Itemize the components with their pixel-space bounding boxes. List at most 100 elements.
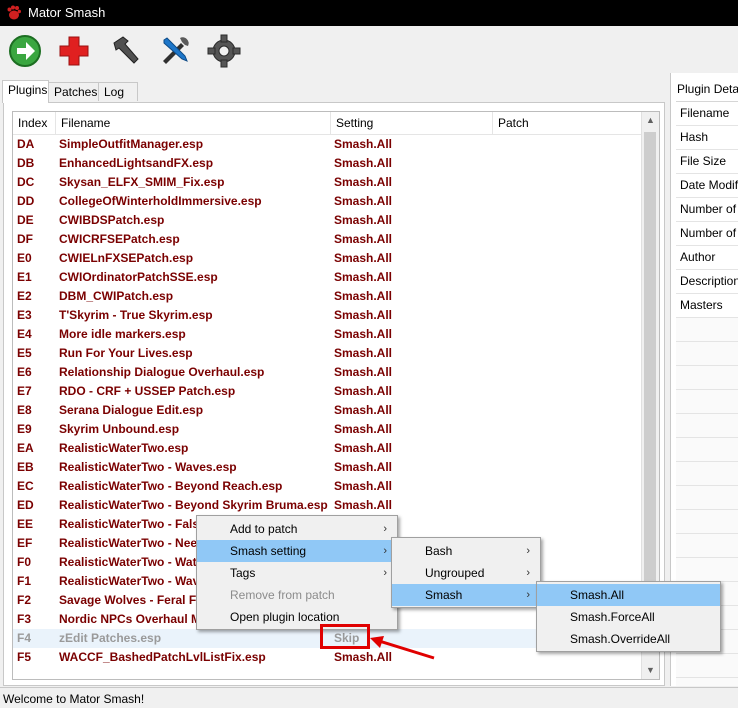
table-row[interactable]: EB RealisticWaterTwo - Waves.esp Smash.All [13,458,643,477]
table-row[interactable]: DA SimpleOutfitManager.esp Smash.All [13,135,643,154]
plugin-setting-cell: Smash.All [334,422,393,436]
context-menu-item[interactable]: Add to patch › [197,518,397,540]
table-row[interactable]: DD CollegeOfWinterholdImmersive.esp Smash.… [13,192,643,211]
plugin-filename-cell: Nordic NPCs Overhaul Mix [59,612,212,626]
table-row[interactable]: DB EnhancedLightsandFX.esp Smash.All [13,154,643,173]
chevron-right-icon: › [526,567,530,579]
table-row[interactable]: E8 Serana Dialogue Edit.esp Smash.All [13,401,643,420]
plugin-setting-cell: Smash.All [334,441,393,455]
status-bar: Welcome to Mator Smash! [0,687,738,708]
plugin-index-cell: E2 [17,289,32,303]
table-row[interactable]: E7 RDO - CRF + USSEP Patch.esp Smash.All [13,382,643,401]
column-header-patch[interactable]: Patch [493,112,643,134]
detail-empty-row [676,486,738,510]
plugin-filename-cell: CWIBDSPatch.esp [59,213,165,227]
plugin-index-cell: E8 [17,403,32,417]
table-row[interactable]: ED RealisticWaterTwo - Beyond Skyrim Brum… [13,496,643,515]
column-header-setting[interactable]: Setting [331,112,493,134]
table-row[interactable]: E0 CWIELnFXSEPatch.esp Smash.All [13,249,643,268]
plugin-index-cell: F5 [17,650,32,664]
context-menu-item[interactable]: Smash setting › [197,540,397,562]
plugin-index-cell: EC [17,479,34,493]
plugin-filename-cell: Skyrim Unbound.esp [59,422,180,436]
gear-icon[interactable] [207,34,241,68]
table-row[interactable]: EA RealisticWaterTwo.esp Smash.All [13,439,643,458]
plugin-filename-cell: RealisticWaterTwo - Nee [59,536,198,550]
context-menu-item[interactable]: Remove from patch [197,584,397,606]
detail-field-label: Number of r [676,198,738,222]
smash-menu-item[interactable]: Smash.ForceAll [537,606,720,628]
plugin-setting-cell: Smash.All [334,498,393,512]
plugin-setting-cell: Smash.All [334,232,393,246]
plugin-setting-cell: Smash.All [334,289,393,303]
chevron-right-icon: › [383,523,387,535]
plugin-index-cell: F3 [17,612,32,626]
plugin-index-cell: E4 [17,327,32,341]
smash-menu-item-label: Smash.ForceAll [570,610,655,624]
plugin-filename-cell: Run For Your Lives.esp [59,346,193,360]
table-row[interactable]: DC Skysan_ELFX_SMIM_Fix.esp Smash.All [13,173,643,192]
column-header-filename[interactable]: Filename [56,112,331,134]
green-arrow-icon[interactable] [8,34,42,68]
table-row[interactable]: E4 More idle markers.esp Smash.All [13,325,643,344]
plugin-index-cell: E5 [17,346,32,360]
table-row[interactable]: E6 Relationship Dialogue Overhaul.esp Smas… [13,363,643,382]
red-plus-icon[interactable] [57,34,91,68]
plugin-index-cell: F1 [17,574,32,588]
plugin-index-cell: F0 [17,555,32,569]
table-row[interactable]: E5 Run For Your Lives.esp Smash.All [13,344,643,363]
table-row[interactable]: E1 CWIOrdinatorPatchSSE.esp Smash.All [13,268,643,287]
tab-log[interactable]: Log [98,82,138,101]
plugin-index-cell: F2 [17,593,32,607]
toolbar [0,26,738,74]
table-row[interactable]: E9 Skyrim Unbound.esp Smash.All [13,420,643,439]
plugin-index-cell: DA [17,137,35,151]
table-row[interactable]: DF CWICRFSEPatch.esp Smash.All [13,230,643,249]
plugin-index-cell: EB [17,460,34,474]
smash-setting-menu-item[interactable]: Bash › [392,540,540,562]
smash-setting-menu-item[interactable]: Smash › [392,584,540,606]
plugin-setting-cell: Smash.All [334,156,393,170]
context-menu-item[interactable]: Tags › [197,562,397,584]
plugin-index-cell: E3 [17,308,32,322]
detail-field-label: Author [676,246,738,270]
detail-empty-row [676,510,738,534]
column-header-index[interactable]: Index [13,112,56,134]
smash-menu-item[interactable]: Smash.OverrideAll [537,628,720,650]
context-menu-item-label: Smash setting [230,544,307,558]
detail-empty-row [676,366,738,390]
detail-field-label: Description [676,270,738,294]
smash-menu-item-label: Smash.OverrideAll [570,632,671,646]
chevron-right-icon: › [526,545,530,557]
hammer-icon[interactable] [108,34,142,68]
plugin-filename-cell: RealisticWaterTwo - Wav [59,574,200,588]
plugin-filename-cell: RealisticWaterTwo - Wat [59,555,197,569]
scroll-down-icon[interactable]: ▼ [642,662,659,679]
table-row[interactable]: DE CWIBDSPatch.esp Smash.All [13,211,643,230]
scroll-thumb[interactable] [644,132,656,652]
smash-setting-menu-item[interactable]: Ungrouped › [392,562,540,584]
plugin-setting-cell: Smash.All [334,346,393,360]
tools-icon[interactable] [158,34,192,68]
plugin-index-cell: E7 [17,384,32,398]
title-bar: Mator Smash [0,0,738,26]
table-row[interactable]: EC RealisticWaterTwo - Beyond Reach.esp Sm… [13,477,643,496]
smash-menu-item[interactable]: Smash.All [537,584,720,606]
plugin-filename-cell: RealisticWaterTwo - Waves.esp [59,460,237,474]
tab-patches[interactable]: Patches [48,82,99,101]
plugin-filename-cell: WACCF_BashedPatchLvlListFix.esp [59,650,266,664]
table-row[interactable]: E3 T'Skyrim - True Skyrim.esp Smash.All [13,306,643,325]
table-row[interactable]: E2 DBM_CWIPatch.esp Smash.All [13,287,643,306]
plugin-setting-cell: Smash.All [334,327,393,341]
detail-empty-row [676,318,738,342]
plugin-filename-cell: Skysan_ELFX_SMIM_Fix.esp [59,175,225,189]
plugin-setting-cell: Smash.All [334,251,393,265]
plugin-index-cell: DB [17,156,35,170]
plugin-index-cell: DC [17,175,35,189]
detail-empty-row [676,654,738,678]
plugin-filename-cell: SimpleOutfitManager.esp [59,137,204,151]
tab-plugins[interactable]: Plugins [2,80,49,103]
smash-setting-menu-item-label: Ungrouped [425,566,485,580]
scroll-up-icon[interactable]: ▲ [642,112,659,129]
detail-empty-row [676,438,738,462]
